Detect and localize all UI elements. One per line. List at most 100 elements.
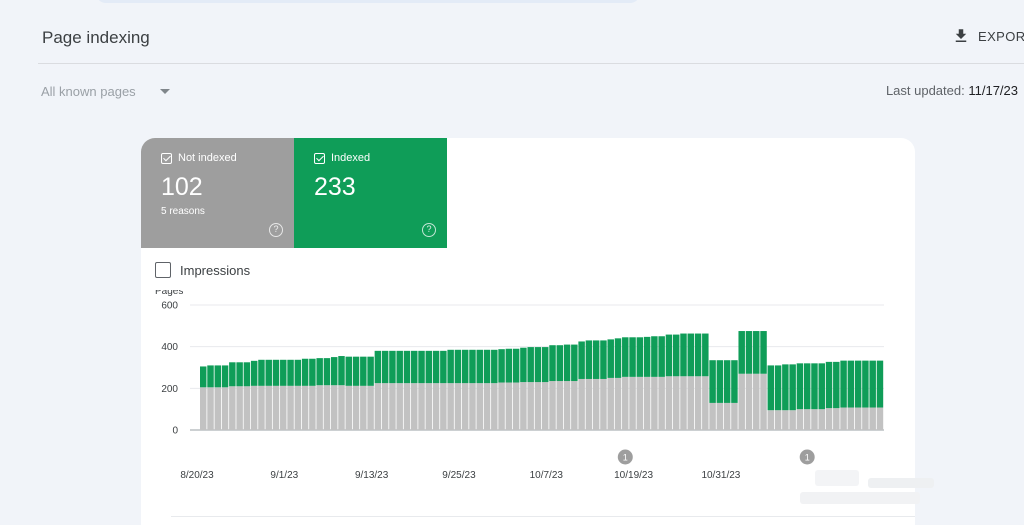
bar-not-indexed [352, 385, 360, 430]
bar-indexed [658, 336, 665, 377]
bar-not-indexed [301, 385, 309, 430]
checkbox-checked-icon[interactable] [161, 152, 172, 164]
bar-indexed [869, 360, 876, 408]
bar-not-indexed [709, 402, 716, 430]
x-tick-label: 8/20/23 [180, 470, 214, 481]
bar-indexed [680, 333, 687, 377]
bar-indexed [367, 356, 374, 386]
annotation-label: 1 [623, 453, 628, 463]
bar-indexed [265, 359, 272, 386]
bar-indexed [294, 359, 302, 386]
blurred-region [815, 470, 859, 486]
indexed-count: 233 [314, 173, 356, 201]
download-icon [955, 29, 967, 42]
bar-indexed [272, 359, 280, 386]
not-indexed-tile[interactable]: Not indexed 102 5 reasons ? [141, 138, 294, 248]
impressions-toggle[interactable]: Impressions [155, 262, 250, 278]
bar-indexed [454, 349, 462, 384]
bar-indexed [774, 365, 782, 411]
bar-indexed [622, 337, 629, 377]
y-tick-label: 600 [161, 301, 178, 312]
bar-not-indexed [665, 376, 673, 430]
bar-indexed [738, 331, 745, 374]
export-button[interactable]: EXPORT [952, 27, 1024, 45]
bar-not-indexed [330, 385, 338, 430]
bar-not-indexed [265, 385, 272, 430]
bar-indexed [753, 331, 760, 374]
blurred-region [800, 492, 920, 504]
bar-indexed [498, 349, 505, 383]
bar-not-indexed [774, 410, 782, 430]
y-tick-label: 400 [161, 342, 178, 353]
impressions-checkbox[interactable] [155, 262, 171, 278]
bar-indexed [280, 359, 287, 386]
bar-indexed [505, 348, 513, 383]
bar-not-indexed [672, 376, 680, 430]
x-tick-label: 9/1/23 [270, 470, 298, 481]
bar-indexed [469, 349, 476, 384]
bar-indexed [862, 360, 869, 408]
bar-not-indexed [294, 385, 302, 430]
bar-indexed [476, 349, 483, 384]
bar-indexed [207, 365, 214, 388]
bar-not-indexed [840, 407, 847, 430]
top-search-bar-edge [96, 0, 640, 3]
bar-not-indexed [694, 376, 702, 430]
bar-not-indexed [680, 376, 687, 430]
bar-not-indexed [833, 408, 840, 430]
bar-not-indexed [592, 378, 600, 430]
bar-not-indexed [622, 376, 629, 430]
bar-not-indexed [687, 376, 695, 430]
bar-indexed [687, 333, 695, 377]
bar-not-indexed [512, 382, 520, 430]
bar-indexed [447, 349, 454, 384]
bar-indexed [250, 360, 258, 386]
bar-not-indexed [876, 407, 884, 430]
bar-not-indexed [789, 410, 796, 430]
bar-indexed [585, 340, 593, 379]
export-label: EXPORT [978, 28, 1024, 44]
bar-not-indexed [381, 383, 389, 430]
bar-not-indexed [803, 409, 811, 430]
bar-not-indexed [716, 402, 724, 430]
bar-not-indexed [796, 409, 804, 430]
bar-indexed [352, 356, 360, 386]
bar-indexed [236, 362, 243, 387]
bar-indexed [600, 340, 607, 379]
bar-indexed [840, 360, 847, 408]
bar-not-indexed [636, 376, 644, 430]
bar-not-indexed [607, 377, 614, 430]
bar-indexed [200, 366, 207, 388]
bar-not-indexed [549, 381, 556, 430]
bar-indexed [229, 362, 236, 387]
indexed-label: Indexed [331, 152, 371, 164]
help-icon[interactable]: ? [422, 223, 436, 237]
bar-indexed [811, 363, 818, 410]
checkbox-checked-icon[interactable] [314, 152, 325, 164]
bar-indexed [243, 362, 251, 387]
bar-indexed [709, 360, 716, 403]
bar-not-indexed [287, 385, 294, 430]
bar-not-indexed [542, 382, 549, 430]
bar-indexed [796, 363, 804, 410]
bar-not-indexed [745, 373, 753, 430]
bar-not-indexed [258, 385, 265, 430]
last-updated-value: 11/17/23 [968, 83, 1018, 98]
bar-indexed [440, 350, 447, 384]
bar-not-indexed [454, 383, 462, 430]
bar-not-indexed [556, 381, 564, 430]
help-icon[interactable]: ? [269, 223, 283, 237]
indexed-tile[interactable]: Indexed 233 ? [294, 138, 447, 248]
header-divider [38, 63, 1024, 64]
not-indexed-count: 102 [161, 173, 203, 201]
bar-not-indexed [396, 383, 403, 430]
bar-not-indexed [483, 383, 491, 430]
bar-indexed [432, 350, 440, 384]
bar-indexed [833, 361, 840, 409]
bar-indexed [782, 364, 789, 411]
bar-not-indexed [221, 387, 229, 430]
x-tick-label: 9/25/23 [442, 470, 476, 481]
bar-indexed [461, 349, 469, 384]
last-updated: Last updated: 11/17/23 [886, 83, 1018, 98]
page-filter-dropdown[interactable]: All known pages [41, 84, 170, 99]
